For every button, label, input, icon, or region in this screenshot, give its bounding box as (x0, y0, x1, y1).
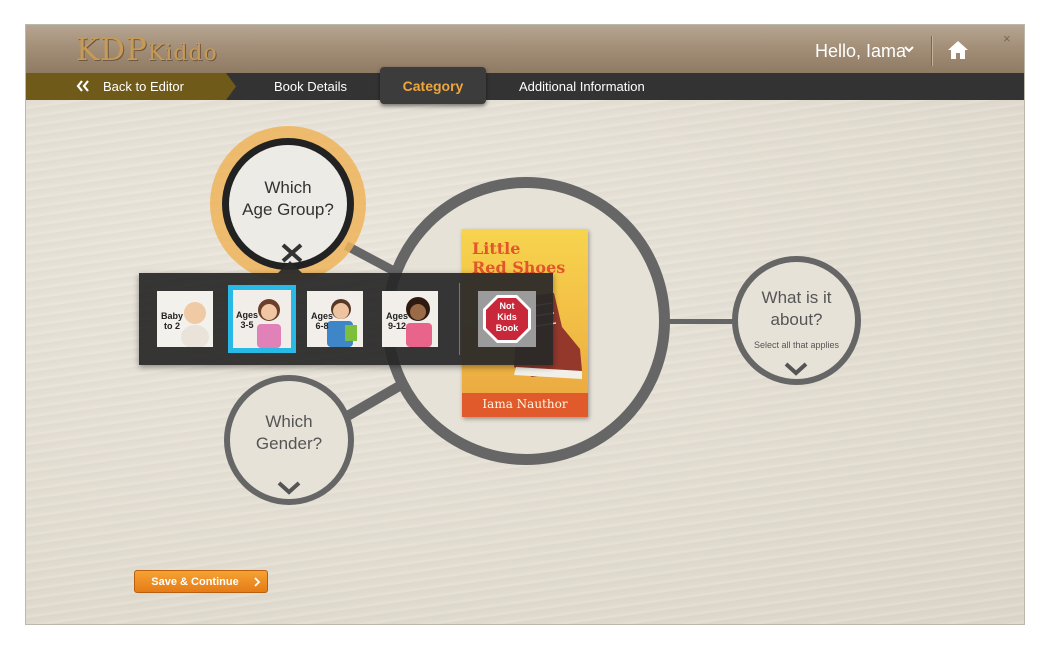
about-title-line1: What is it (761, 288, 832, 307)
chevron-down-icon[interactable] (276, 481, 302, 495)
back-to-editor-button[interactable]: Back to Editor (26, 73, 236, 100)
back-to-editor-label: Back to Editor (103, 79, 184, 94)
age-option-label: Ages 9-12 (386, 311, 408, 331)
not-kids-line1: Not (499, 301, 515, 311)
age-option-baby-to-2[interactable]: Baby to 2 (157, 291, 213, 347)
chevron-down-icon[interactable] (902, 42, 916, 56)
step-navigation: Back to Editor Book Details Category Add… (26, 67, 1024, 104)
about-title-line2: about? (770, 310, 823, 329)
age-option-3-5[interactable]: Ages 3-5 (228, 285, 296, 353)
gender-circle[interactable]: Which Gender? (224, 375, 354, 505)
age-option-label-line2: to 2 (164, 321, 181, 331)
gender-title-line2: Gender? (255, 434, 323, 453)
age-option-label-line2: 9-12 (388, 321, 407, 331)
age-option-label: Ages 6-8 (311, 311, 333, 331)
header-divider (931, 36, 933, 66)
age-option-9-12[interactable]: Ages 9-12 (382, 291, 438, 347)
age-option-6-8[interactable]: Ages 6-8 (307, 291, 363, 347)
age-group-circle[interactable]: Which Age Group? (222, 138, 354, 270)
kdp-kiddo-window: KDPKiddo Hello, Iama × Back to Editor Bo… (25, 24, 1025, 625)
gender-title-line1: Which (265, 412, 313, 431)
close-x-icon[interactable] (280, 243, 304, 263)
kdp-kiddo-logo: KDPKiddo (76, 32, 218, 68)
not-kids-book-option[interactable]: Not Kids Book (478, 291, 536, 347)
age-group-picker: Baby to 2 Ages 3-5 Ages 6-8 Ages 9-12 No… (139, 261, 553, 365)
age-option-label-line2: 6-8 (315, 321, 329, 331)
not-kids-book-label: Not Kids Book (478, 301, 536, 334)
about-hint: Select all that applies (753, 340, 840, 350)
chevron-right-icon (254, 577, 261, 587)
age-group-title-line1: Which (264, 178, 312, 197)
age-option-label-line1: Baby (161, 311, 184, 321)
not-kids-line2: Kids (497, 312, 517, 322)
book-title-line1: Little (472, 239, 521, 258)
book-author: Iama Nauthor (482, 397, 568, 411)
age-group-title: Which Age Group? (229, 177, 347, 221)
tab-book-details[interactable]: Book Details (274, 79, 347, 94)
double-chevron-left-icon (76, 80, 89, 92)
picker-divider (459, 283, 460, 355)
age-group-title-line2: Age Group? (242, 200, 334, 219)
about-circle[interactable]: What is it about? Select all that applie… (732, 256, 861, 385)
tab-category[interactable]: Category (380, 67, 486, 104)
book-author-band: Iama Nauthor (462, 393, 588, 417)
user-greeting[interactable]: Hello, Iama (815, 41, 906, 62)
age-option-label: Ages 3-5 (236, 310, 258, 330)
logo-main-text: KDP (76, 32, 148, 68)
connector-main-to-about (666, 319, 736, 324)
popup-pointer (278, 261, 302, 273)
logo-sub-text: Kiddo (147, 41, 218, 66)
save-and-continue-label: Save & Continue (151, 576, 239, 588)
book-title: Little Red Shoes (472, 239, 582, 277)
age-option-label-line1: Ages (236, 310, 259, 320)
gender-title: Which Gender? (230, 411, 348, 455)
age-option-label-line2: 3-5 (240, 320, 254, 330)
tab-category-label: Category (402, 78, 464, 94)
age-option-label-line1: Ages (386, 311, 409, 321)
age-option-label-line1: Ages (311, 311, 334, 321)
tab-additional-information[interactable]: Additional Information (519, 79, 645, 94)
about-title: What is it about? (738, 287, 855, 331)
not-kids-line3: Book (495, 323, 519, 333)
close-icon[interactable]: × (1003, 31, 1011, 46)
app-header: KDPKiddo Hello, Iama × (26, 25, 1024, 73)
age-option-label: Baby to 2 (161, 311, 183, 331)
save-and-continue-button[interactable]: Save & Continue (134, 570, 268, 593)
chevron-down-icon[interactable] (783, 362, 809, 376)
home-icon[interactable] (947, 40, 969, 60)
